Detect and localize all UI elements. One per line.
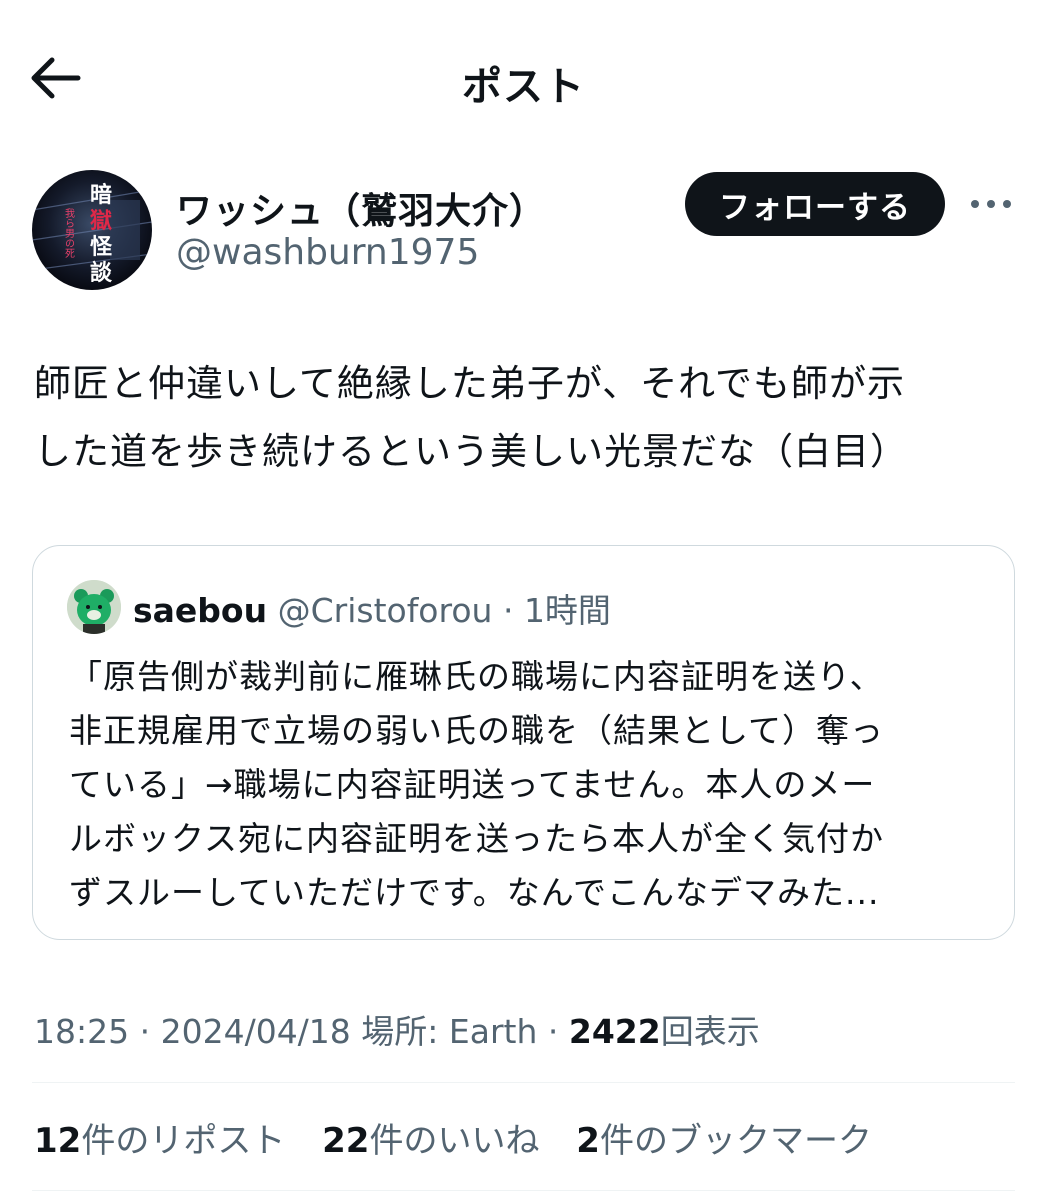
author-display-name[interactable]: ワッシュ（鷲羽大介） <box>176 182 546 234</box>
quoted-post-header: saebou @Cristoforou · 1時間 <box>133 584 611 632</box>
avatar-char-4: 談 <box>90 260 113 286</box>
separator-dot: · <box>537 1012 569 1051</box>
view-count-label: 回表示 <box>660 1012 760 1051</box>
avatar-char-1: 暗 <box>90 182 112 208</box>
top-bar: ポスト <box>0 0 1047 150</box>
quoted-text-line: 非正規雇用で立場の弱い氏の職を（結果として）奪っ <box>69 711 885 750</box>
bookmarks-stat[interactable]: 2件のブックマーク <box>576 1121 872 1161</box>
page-title: ポスト <box>462 64 585 110</box>
post-text-line: 師匠と仲違いして絶縁した弟子が、それでも師が示 <box>34 362 906 405</box>
more-horizontal-icon <box>971 200 1011 208</box>
author-handle[interactable]: @washburn1975 <box>176 232 479 273</box>
post-page: ポスト 暗 獄 怪 談 我ら男の死 ワッシュ（鷲羽大介） @washburn19… <box>0 0 1047 1200</box>
post-time[interactable]: 18:25 <box>34 1012 129 1051</box>
quoted-text-line: 「原告側が裁判前に雁琳氏の職場に内容証明を送り、 <box>69 657 884 696</box>
reposts-label: 件のリポスト <box>81 1121 286 1161</box>
more-options-button[interactable] <box>968 188 1014 220</box>
post-date[interactable]: 2024/04/18 <box>161 1012 351 1051</box>
user-avatar: 暗 獄 怪 談 我ら男の死 <box>32 170 152 290</box>
post-meta: 18:25 · 2024/04/18 場所: Earth · 2422回表示 <box>34 1005 760 1053</box>
divider <box>32 1190 1015 1191</box>
quoted-post-text: 「原告側が裁判前に雁琳氏の職場に内容証明を送り、 非正規雇用で立場の弱い氏の職を… <box>69 650 984 920</box>
quoted-post-time: 1時間 <box>523 591 611 630</box>
quoted-text-line: ルボックス宛に内容証明を送ったら本人が全く気付か <box>69 819 885 858</box>
avatar-subtitle: 我ら男の死 <box>63 208 75 258</box>
avatar-char-3: 怪 <box>90 235 113 260</box>
bookmarks-label: 件のブックマーク <box>599 1121 872 1161</box>
likes-stat[interactable]: 22件のいいね <box>322 1121 539 1161</box>
view-count: 2422 <box>568 1012 661 1051</box>
quoted-author-handle: @Cristoforou <box>277 591 493 630</box>
quoted-author-name: saebou <box>133 591 268 630</box>
likes-label: 件のいいね <box>369 1121 540 1161</box>
reposts-count: 12 <box>34 1121 82 1161</box>
quoted-text-line: ずスルーしていただけです。なんでこんなデマみた... <box>69 873 880 912</box>
reposts-stat[interactable]: 12件のリポスト <box>34 1121 285 1161</box>
quoted-author-avatar <box>67 580 121 634</box>
engagement-stats: 12件のリポスト 22件のいいね 2件のブックマーク <box>34 1113 898 1162</box>
quoted-text-line: ている」→職場に内容証明送ってません。本人のメー <box>69 765 876 804</box>
avatar-char-2: 獄 <box>89 209 112 234</box>
quoted-post-card[interactable]: saebou @Cristoforou · 1時間 「原告側が裁判前に雁琳氏の職… <box>32 545 1015 940</box>
bookmarks-count: 2 <box>576 1121 600 1161</box>
likes-count: 22 <box>322 1121 370 1161</box>
follow-button[interactable]: フォローする <box>685 172 945 236</box>
post-text-line: した道を歩き続けるという美しい光景だな（白目） <box>34 430 908 473</box>
separator-dot: · <box>492 591 524 630</box>
author-avatar[interactable]: 暗 獄 怪 談 我ら男の死 <box>32 170 152 290</box>
post-location: 場所: Earth <box>350 1012 538 1051</box>
separator-dot: · <box>129 1012 161 1051</box>
post-text: 師匠と仲違いして絶縁した弟子が、それでも師が示 した道を歩き続けるという美しい光… <box>34 350 1024 486</box>
green-bear-avatar <box>67 580 121 634</box>
divider <box>32 1082 1015 1083</box>
